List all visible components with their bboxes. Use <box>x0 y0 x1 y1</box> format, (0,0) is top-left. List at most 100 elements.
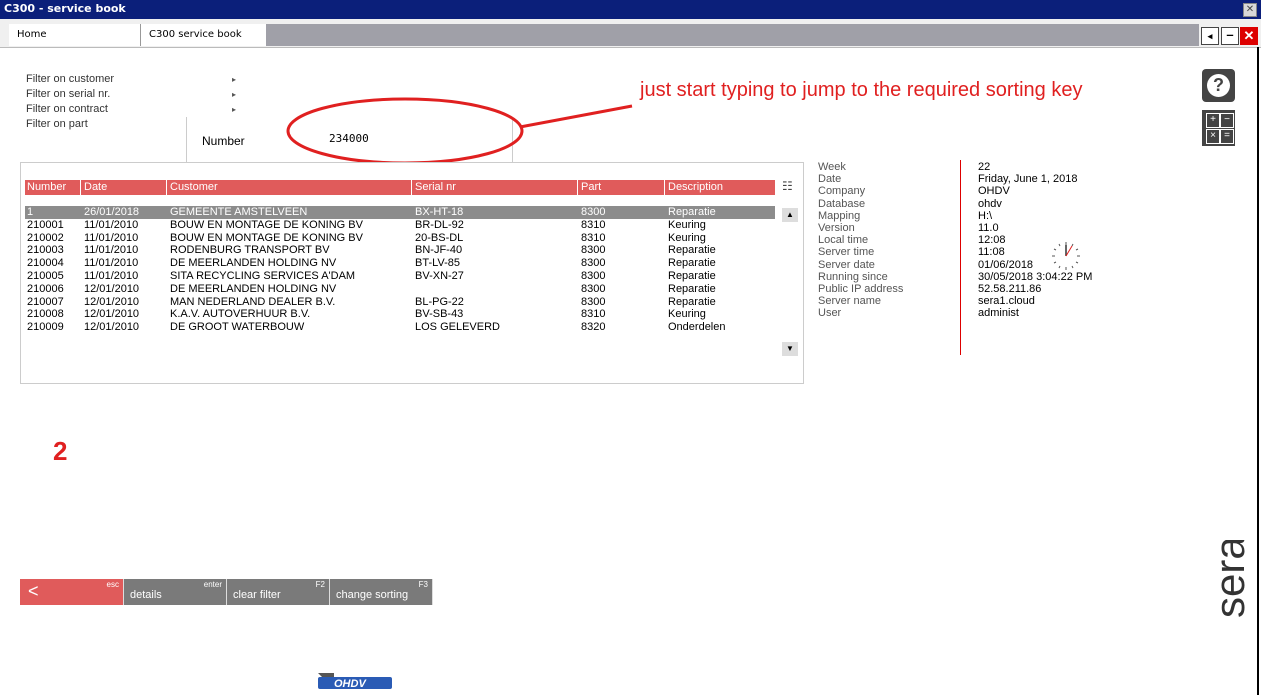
cell-number: 210004 <box>27 257 64 270</box>
cell-description: Reparatie <box>668 244 716 257</box>
filter-customer-arrow-icon[interactable]: ▸ <box>232 75 236 84</box>
details-label: details <box>130 589 162 601</box>
info-label: Database <box>818 197 866 210</box>
col-customer[interactable]: Customer <box>170 180 218 195</box>
col-description[interactable]: Description <box>668 180 723 195</box>
filter-serial[interactable]: Filter on serial nr. <box>26 88 110 100</box>
col-number[interactable]: Number <box>27 180 66 195</box>
cell-number: 1 <box>27 206 34 218</box>
cell-part: 8300 <box>581 270 606 282</box>
filter-part[interactable]: Filter on part <box>26 118 88 130</box>
cell-description: Reparatie <box>668 206 716 218</box>
tab-back-button[interactable]: ◂ <box>1201 27 1219 45</box>
info-label: Public IP address <box>818 283 904 295</box>
ohdv-logo: OHDV <box>318 673 392 690</box>
filter-contract-arrow-icon[interactable]: ▸ <box>232 105 236 114</box>
cell-date: 26/01/2018 <box>84 206 140 218</box>
info-value: administ <box>978 307 1019 320</box>
clear-filter-button[interactable]: clear filter F2 <box>227 579 330 605</box>
cell-part: 8310 <box>581 231 606 244</box>
info-label: Company <box>818 185 866 198</box>
cell-number: 210001 <box>27 218 64 231</box>
col-date[interactable]: Date <box>84 180 107 195</box>
filter-contract[interactable]: Filter on contract <box>26 103 108 115</box>
cell-description: Reparatie <box>668 257 716 270</box>
tab-c300-service-book[interactable]: C300 service book <box>141 24 266 46</box>
cell-customer: MAN NEDERLAND DEALER B.V. <box>170 295 336 308</box>
col-sep <box>80 180 81 195</box>
change-sorting-button[interactable]: change sorting F3 <box>330 579 433 605</box>
col-sep <box>166 180 167 195</box>
cell-customer: GEMEENTE AMSTELVEEN <box>170 206 308 218</box>
info-label: Server date <box>818 258 875 271</box>
cell-number: 210009 <box>27 321 64 334</box>
scroll-down-icon[interactable]: ▼ <box>782 342 798 356</box>
clear-filter-label: clear filter <box>233 589 281 601</box>
cell-serial: BV-XN-27 <box>415 270 464 282</box>
calc-times: × <box>1206 129 1220 144</box>
cell-description: Keuring <box>668 308 706 321</box>
info-value: ohdv <box>978 197 1002 210</box>
clock-icon <box>1052 242 1080 270</box>
cell-customer: BOUW EN MONTAGE DE KONING BV <box>170 231 363 244</box>
number-label: Number <box>202 134 245 148</box>
cell-description: Onderdelen <box>668 321 726 334</box>
info-label: Local time <box>818 234 869 247</box>
details-button[interactable]: details enter <box>124 579 227 605</box>
calc-equals: = <box>1220 129 1234 144</box>
cell-date: 12/01/2010 <box>84 321 140 334</box>
filter-serial-arrow-icon[interactable]: ▸ <box>232 90 236 99</box>
calc-plus: + <box>1206 113 1220 128</box>
help-icon[interactable]: ? <box>1202 69 1235 102</box>
info-value: sera1.cloud <box>978 295 1035 308</box>
cell-customer: DE MEERLANDEN HOLDING NV <box>170 282 337 295</box>
info-value: OHDV <box>978 185 1010 198</box>
cell-serial: BT-LV-85 <box>415 257 461 270</box>
sera-logo-text: sera <box>1206 540 1253 618</box>
table-header <box>25 180 775 195</box>
column-settings-icon[interactable]: ☷ <box>782 179 793 193</box>
cell-date: 11/01/2010 <box>84 244 139 257</box>
number-input[interactable] <box>327 130 489 146</box>
calculator-icon[interactable]: + − × = <box>1202 110 1235 146</box>
col-sep <box>664 180 665 195</box>
cell-customer: SITA RECYCLING SERVICES A'DAM <box>170 270 356 282</box>
cell-date: 11/01/2010 <box>84 218 139 231</box>
cell-number: 210002 <box>27 231 64 244</box>
cell-customer: BOUW EN MONTAGE DE KONING BV <box>170 218 363 231</box>
cell-date: 12/01/2010 <box>84 282 140 295</box>
cell-part: 8300 <box>581 282 606 295</box>
cell-serial: 20-BS-DL <box>415 231 464 244</box>
cell-number: 210005 <box>27 270 64 282</box>
col-serial[interactable]: Serial nr <box>415 180 456 195</box>
close-button[interactable]: ✕ <box>1240 27 1258 45</box>
window-title-bar <box>0 0 1261 19</box>
change-sorting-label: change sorting <box>336 589 409 601</box>
minimize-button[interactable]: – <box>1221 27 1239 45</box>
info-value: 01/06/2018 <box>978 258 1034 271</box>
cell-number: 210003 <box>27 244 64 257</box>
cell-part: 8310 <box>581 308 606 321</box>
window-close-icon[interactable]: ✕ <box>1243 3 1257 17</box>
sera-logo: sera <box>1206 540 1253 618</box>
cell-description: Reparatie <box>668 270 716 282</box>
cell-date: 12/01/2010 <box>84 308 140 321</box>
tab-home[interactable]: Home <box>9 24 141 46</box>
cell-serial: BV-SB-43 <box>415 308 464 321</box>
info-value: 11.0 <box>978 222 999 234</box>
cell-description: Reparatie <box>668 295 716 308</box>
info-value: H:\ <box>978 209 993 222</box>
col-part[interactable]: Part <box>581 180 601 195</box>
details-shortcut: enter <box>203 580 222 589</box>
cell-customer: K.A.V. AUTOVERHUUR B.V. <box>170 308 311 321</box>
clear-filter-shortcut: F2 <box>315 580 325 589</box>
filter-customer[interactable]: Filter on customer <box>26 73 114 85</box>
back-button[interactable]: < esc <box>20 579 124 605</box>
info-label: Date <box>818 173 842 186</box>
cell-description: Keuring <box>668 231 706 244</box>
info-label: Version <box>818 222 855 234</box>
cell-date: 11/01/2010 <box>84 231 139 244</box>
calc-minus: − <box>1220 113 1234 128</box>
window-title: C300 - service book <box>4 2 126 15</box>
scroll-up-icon[interactable]: ▲ <box>782 208 798 222</box>
